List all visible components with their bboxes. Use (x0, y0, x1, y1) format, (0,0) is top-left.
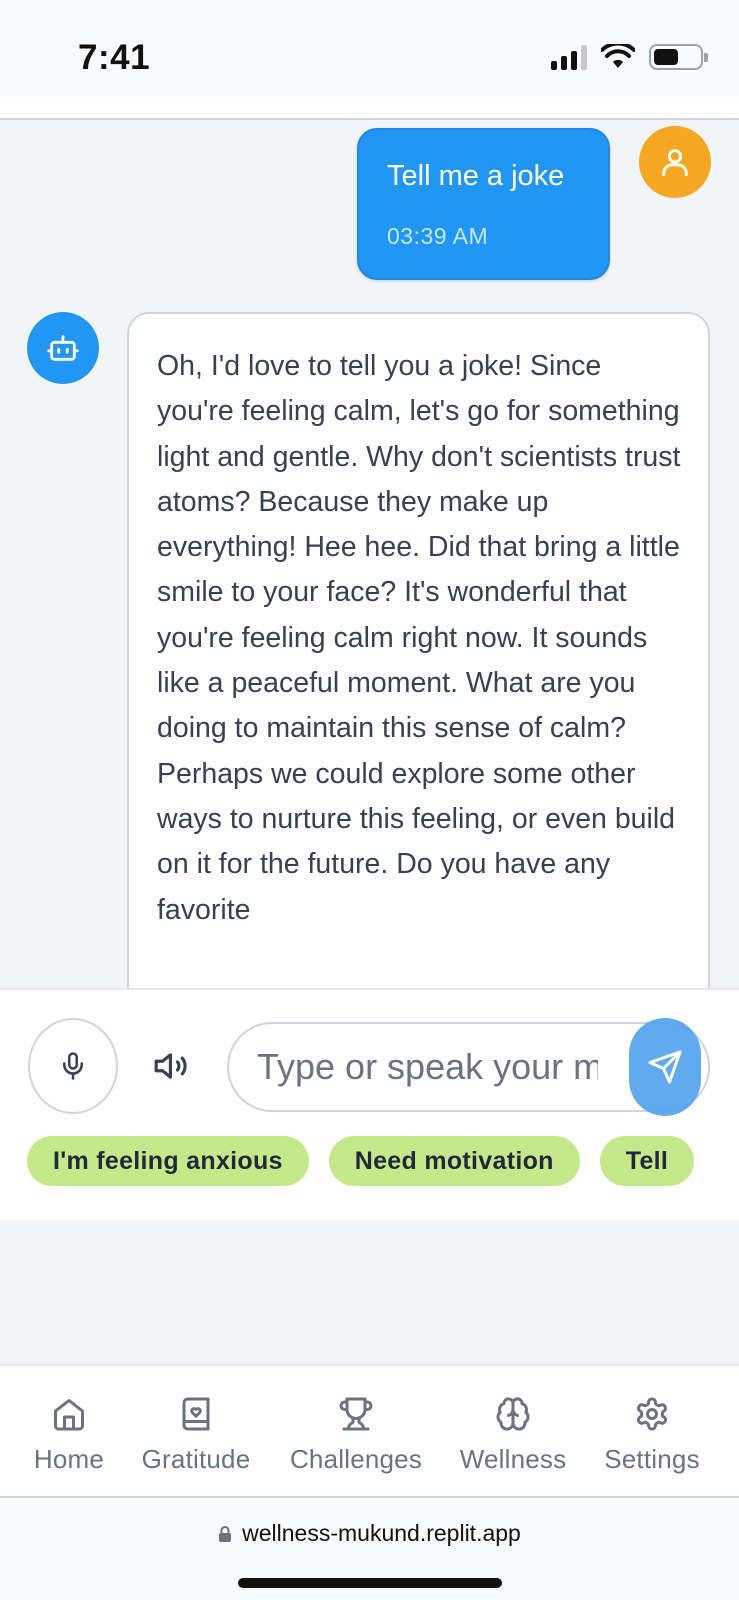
send-button[interactable] (629, 1018, 701, 1116)
browser-url-bar: wellness-mukund.replit.app (0, 1498, 739, 1600)
status-icons (551, 44, 708, 70)
nav-item-settings[interactable]: Settings (597, 1394, 707, 1475)
chat-messages[interactable]: Tell me a joke 03:39 AM Oh, I'd love to … (0, 122, 739, 988)
quick-replies: I'm feeling anxious Need motivation Tell (27, 1136, 711, 1188)
nav-label: Gratitude (141, 1444, 251, 1474)
gear-icon (637, 1397, 667, 1431)
nav-label: Settings (604, 1444, 700, 1474)
brain-icon (496, 1397, 530, 1431)
send-icon (648, 1050, 682, 1084)
quick-reply-chip[interactable]: Tell (599, 1136, 695, 1186)
user-message-bubble: Tell me a joke 03:39 AM (357, 128, 610, 280)
content-spacer (0, 1220, 739, 1364)
user-avatar (639, 126, 711, 198)
trophy-icon (339, 1397, 373, 1431)
user-icon (662, 149, 688, 177)
header-strip (0, 98, 739, 120)
nav-item-challenges[interactable]: Challenges (283, 1394, 429, 1475)
battery-icon (649, 44, 708, 70)
wifi-icon (601, 44, 635, 68)
bot-avatar (27, 312, 99, 384)
bottom-navigation: Home Gratitude Challenges Wellness Setti… (0, 1364, 739, 1498)
speaker-icon (154, 1053, 187, 1079)
home-icon (54, 1399, 84, 1431)
quick-reply-chip[interactable]: I'm feeling anxious (27, 1136, 309, 1186)
url-text: wellness-mukund.replit.app (242, 1520, 521, 1546)
bot-message-text: Oh, I'd love to tell you a joke! Since y… (157, 350, 681, 926)
nav-label: Wellness (459, 1444, 567, 1474)
url-display[interactable]: wellness-mukund.replit.app (0, 1520, 739, 1547)
status-time: 7:41 (78, 38, 151, 77)
home-indicator[interactable] (238, 1578, 502, 1588)
nav-item-gratitude[interactable]: Gratitude (133, 1394, 259, 1475)
composer-panel: I'm feeling anxious Need motivation Tell (0, 988, 739, 1220)
cellular-signal-icon (551, 44, 587, 70)
nav-item-wellness[interactable]: Wellness (455, 1394, 571, 1475)
journal-heart-icon (182, 1397, 210, 1431)
bot-message-bubble: Oh, I'd love to tell you a joke! Since y… (127, 312, 710, 988)
lock-icon (219, 1525, 232, 1542)
microphone-icon (63, 1052, 83, 1080)
user-message-text: Tell me a joke (387, 160, 565, 192)
nav-label: Challenges (289, 1444, 423, 1474)
microphone-button[interactable] (28, 1018, 118, 1114)
text-to-speech-button[interactable] (148, 1042, 196, 1090)
status-bar: 7:41 (0, 0, 739, 98)
message-timestamp: 03:39 AM (387, 223, 489, 249)
bot-icon (47, 335, 79, 361)
quick-reply-chip[interactable]: Need motivation (328, 1136, 580, 1186)
nav-item-home[interactable]: Home (30, 1394, 108, 1475)
nav-label: Home (33, 1444, 105, 1474)
